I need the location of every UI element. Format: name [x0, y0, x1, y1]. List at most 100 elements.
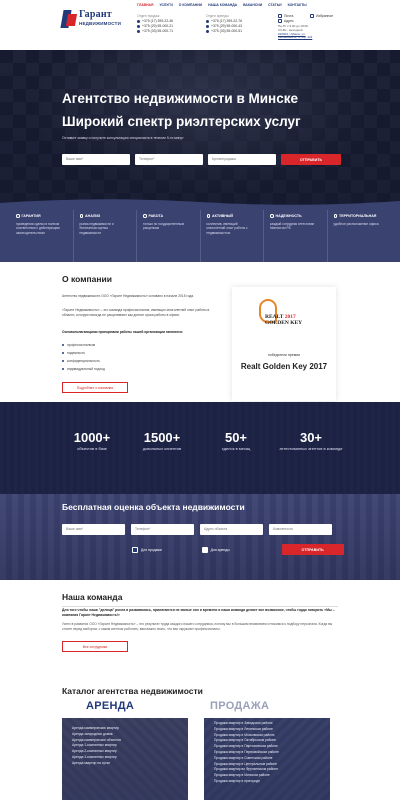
hero-title-line2: Широкий спектр риэлтерских услуг: [62, 114, 301, 129]
nav-item-services[interactable]: Услуги: [159, 3, 172, 7]
divider: [62, 606, 338, 607]
phone-icon: [206, 30, 209, 33]
catalog-title: Каталог агентства недвижимости: [62, 686, 203, 696]
nav-item-home[interactable]: Главная: [137, 3, 153, 7]
about-paragraph-1: Агентство недвижимости ООО «Гарант Недви…: [62, 294, 195, 298]
nav-item-about[interactable]: О компании: [179, 3, 202, 7]
feature-guarantee: Гарантия проведения сделок в полном соот…: [10, 210, 74, 262]
hero-subtitle: Оставьте заявку и получите консультацию …: [62, 136, 184, 140]
feature-text: только по государственным расценкам: [143, 222, 184, 231]
rent-catalog-box: Аренда коммерческих квартир Аренда загор…: [62, 718, 188, 800]
list-item: профессионализм: [62, 341, 105, 349]
logo-mark-icon: [60, 10, 78, 28]
sale-link[interactable]: Продажа квартир в Советском районе: [214, 756, 279, 762]
feature-text: коллектив, имеющий многолетний опыт рабо…: [206, 222, 248, 235]
hero-name-input[interactable]: Ваше имя*: [62, 154, 130, 165]
list-item: надежность: [62, 349, 105, 357]
check-icon: [206, 214, 210, 218]
feature-text: рынка недвижимости и бесплатная оценка н…: [79, 222, 114, 235]
rent-link[interactable]: Аренда 3-комнатных квартир: [72, 755, 121, 761]
feature-text: проведения сделок в полном соответствии …: [16, 222, 60, 235]
hero-phone-input[interactable]: Телефон*: [135, 154, 203, 165]
mail-icon: [278, 14, 282, 19]
feature-reliability: Надежность каждый сотрудник аттестован М…: [264, 210, 328, 262]
rent-link[interactable]: Аренда квартир на сутки: [72, 761, 121, 767]
hero-submit-button[interactable]: Отправить: [281, 154, 341, 165]
favorites-link[interactable]: Избранное: [316, 14, 333, 18]
rent-phone[interactable]: +375 (33) 55-000-51: [211, 29, 242, 34]
feature-location: Территориальная удобное расположение офи…: [328, 210, 391, 262]
nav-item-vacancies[interactable]: Вакансии: [243, 3, 262, 7]
features-strip: Гарантия проведения сделок в полном соот…: [0, 210, 400, 262]
sale-catalog-box: Продажа квартир в Заводском районе Прода…: [204, 718, 330, 800]
eval-rooms-input[interactable]: Комнатность: [269, 524, 332, 535]
feature-title: Работа: [148, 214, 164, 218]
stat-label: сделок в месяц: [221, 446, 251, 451]
phone-icon: [137, 25, 140, 28]
sale-link[interactable]: Продажа квартир в Заводском районе: [214, 721, 279, 727]
award-card: REALT 2017 GOLDEN KEY победители премии …: [232, 287, 336, 401]
stat-label: аттестованных агентов в команде: [279, 446, 343, 451]
team-all-button[interactable]: Все сотрудники: [62, 641, 128, 652]
stat-number: 1500+: [143, 430, 181, 445]
sales-contacts: Отдел продаж +375 (17) 399-22-46 +375 (2…: [137, 14, 173, 34]
principles-list: профессионализм надежность конфиденциаль…: [62, 341, 105, 373]
team-section: Наша команда Для того чтобы наша "делица…: [0, 580, 400, 680]
stat-objects: 1000+ объектов в базе: [62, 430, 122, 451]
phone-icon: [206, 25, 209, 28]
check-icon: [270, 214, 274, 218]
team-paragraph-2: Успех в развитии ООО «Гарант Недвижимост…: [62, 622, 333, 631]
site-header: Гарант НЕДВИЖИМОСТИ Главная Услуги О ком…: [0, 0, 400, 50]
stat-number: 50+: [224, 430, 248, 445]
feature-title: Территориальная: [339, 214, 377, 218]
eval-name-input[interactable]: Ваше имя*: [62, 524, 125, 535]
sale-link[interactable]: Продажа квартир в Первомайском районе: [214, 750, 279, 756]
feature-title: Активный: [212, 214, 233, 218]
eval-phone-input[interactable]: Телефон*: [131, 524, 194, 535]
list-item: конфиденциальность: [62, 357, 105, 365]
checkbox-sale[interactable]: [132, 546, 138, 553]
nav-item-team[interactable]: Наша команда: [208, 3, 237, 7]
eval-address-input[interactable]: Адрес объекта: [200, 524, 263, 535]
tab-rent[interactable]: АРЕНДА: [86, 700, 134, 712]
about-title: О компании: [62, 274, 112, 284]
about-more-button[interactable]: Подробнее о компании: [62, 382, 128, 393]
hero-section: Агентство недвижимости в Минске Широкий …: [0, 50, 400, 210]
office-address: 220004, г.Минск, ул. Мельникайте, 4, оф.…: [278, 31, 313, 40]
checkbox-rent[interactable]: [201, 546, 208, 553]
sale-link[interactable]: Продажа квартир в Ленинском районе: [214, 727, 279, 733]
stat-label: довольных клиентов: [142, 446, 182, 451]
about-principles-intro: Основополагающими принципами работы наше…: [62, 330, 184, 334]
stat-number: 1000+: [73, 430, 111, 445]
award-caption: победители премии: [267, 353, 301, 357]
about-paragraph-2: «Гарант Недвижимость» – это команда проф…: [62, 308, 210, 317]
phone-icon: [206, 20, 209, 23]
stats-section: 1000+ объектов в базе 1500+ довольных кл…: [0, 402, 400, 494]
hero-form: Ваше имя* Телефон* Купля/продажа Отправи…: [62, 154, 341, 165]
evaluation-options: Для продажи Для аренды Отправить: [62, 544, 344, 555]
sales-phone[interactable]: +375 (33) 55-000-71: [142, 29, 173, 34]
nav-item-contacts[interactable]: Контакты: [288, 3, 307, 7]
list-item: индивидуальный подход: [62, 365, 105, 373]
stat-label: объектов в базе: [77, 446, 107, 451]
mail-link[interactable]: Почта: [284, 14, 293, 18]
feature-work: Работа только по государственным расценк…: [137, 210, 201, 262]
heart-icon: [310, 14, 314, 19]
logo[interactable]: Гарант НЕДВИЖИМОСТИ: [60, 8, 121, 34]
sale-list: Продажа квартир в Заводском районе Прода…: [214, 721, 279, 785]
tab-sale[interactable]: ПРОДАЖА: [210, 700, 269, 712]
about-section: О компании Агентство недвижимости ООО «Г…: [0, 262, 400, 402]
sale-link[interactable]: Продажа квартир в пригороде: [214, 779, 279, 785]
award-logo-line2: GOLDEN KEY: [265, 320, 303, 326]
address-link[interactable]: Адрес: [284, 19, 294, 23]
check-icon: [143, 214, 147, 218]
rent-list: Аренда коммерческих квартир Аренда загор…: [72, 726, 121, 767]
main-nav: Главная Услуги О компании Наша команда В…: [137, 3, 307, 7]
hero-wave-divider: [0, 199, 400, 210]
location-icon: [278, 19, 282, 24]
check-icon: [333, 214, 337, 218]
hero-service-select[interactable]: Купля/продажа: [208, 154, 276, 165]
eval-submit-button[interactable]: Отправить: [281, 544, 344, 555]
rent-link[interactable]: Аренда коммерческих квартир: [72, 726, 121, 732]
nav-item-articles[interactable]: Статьи: [268, 3, 281, 7]
